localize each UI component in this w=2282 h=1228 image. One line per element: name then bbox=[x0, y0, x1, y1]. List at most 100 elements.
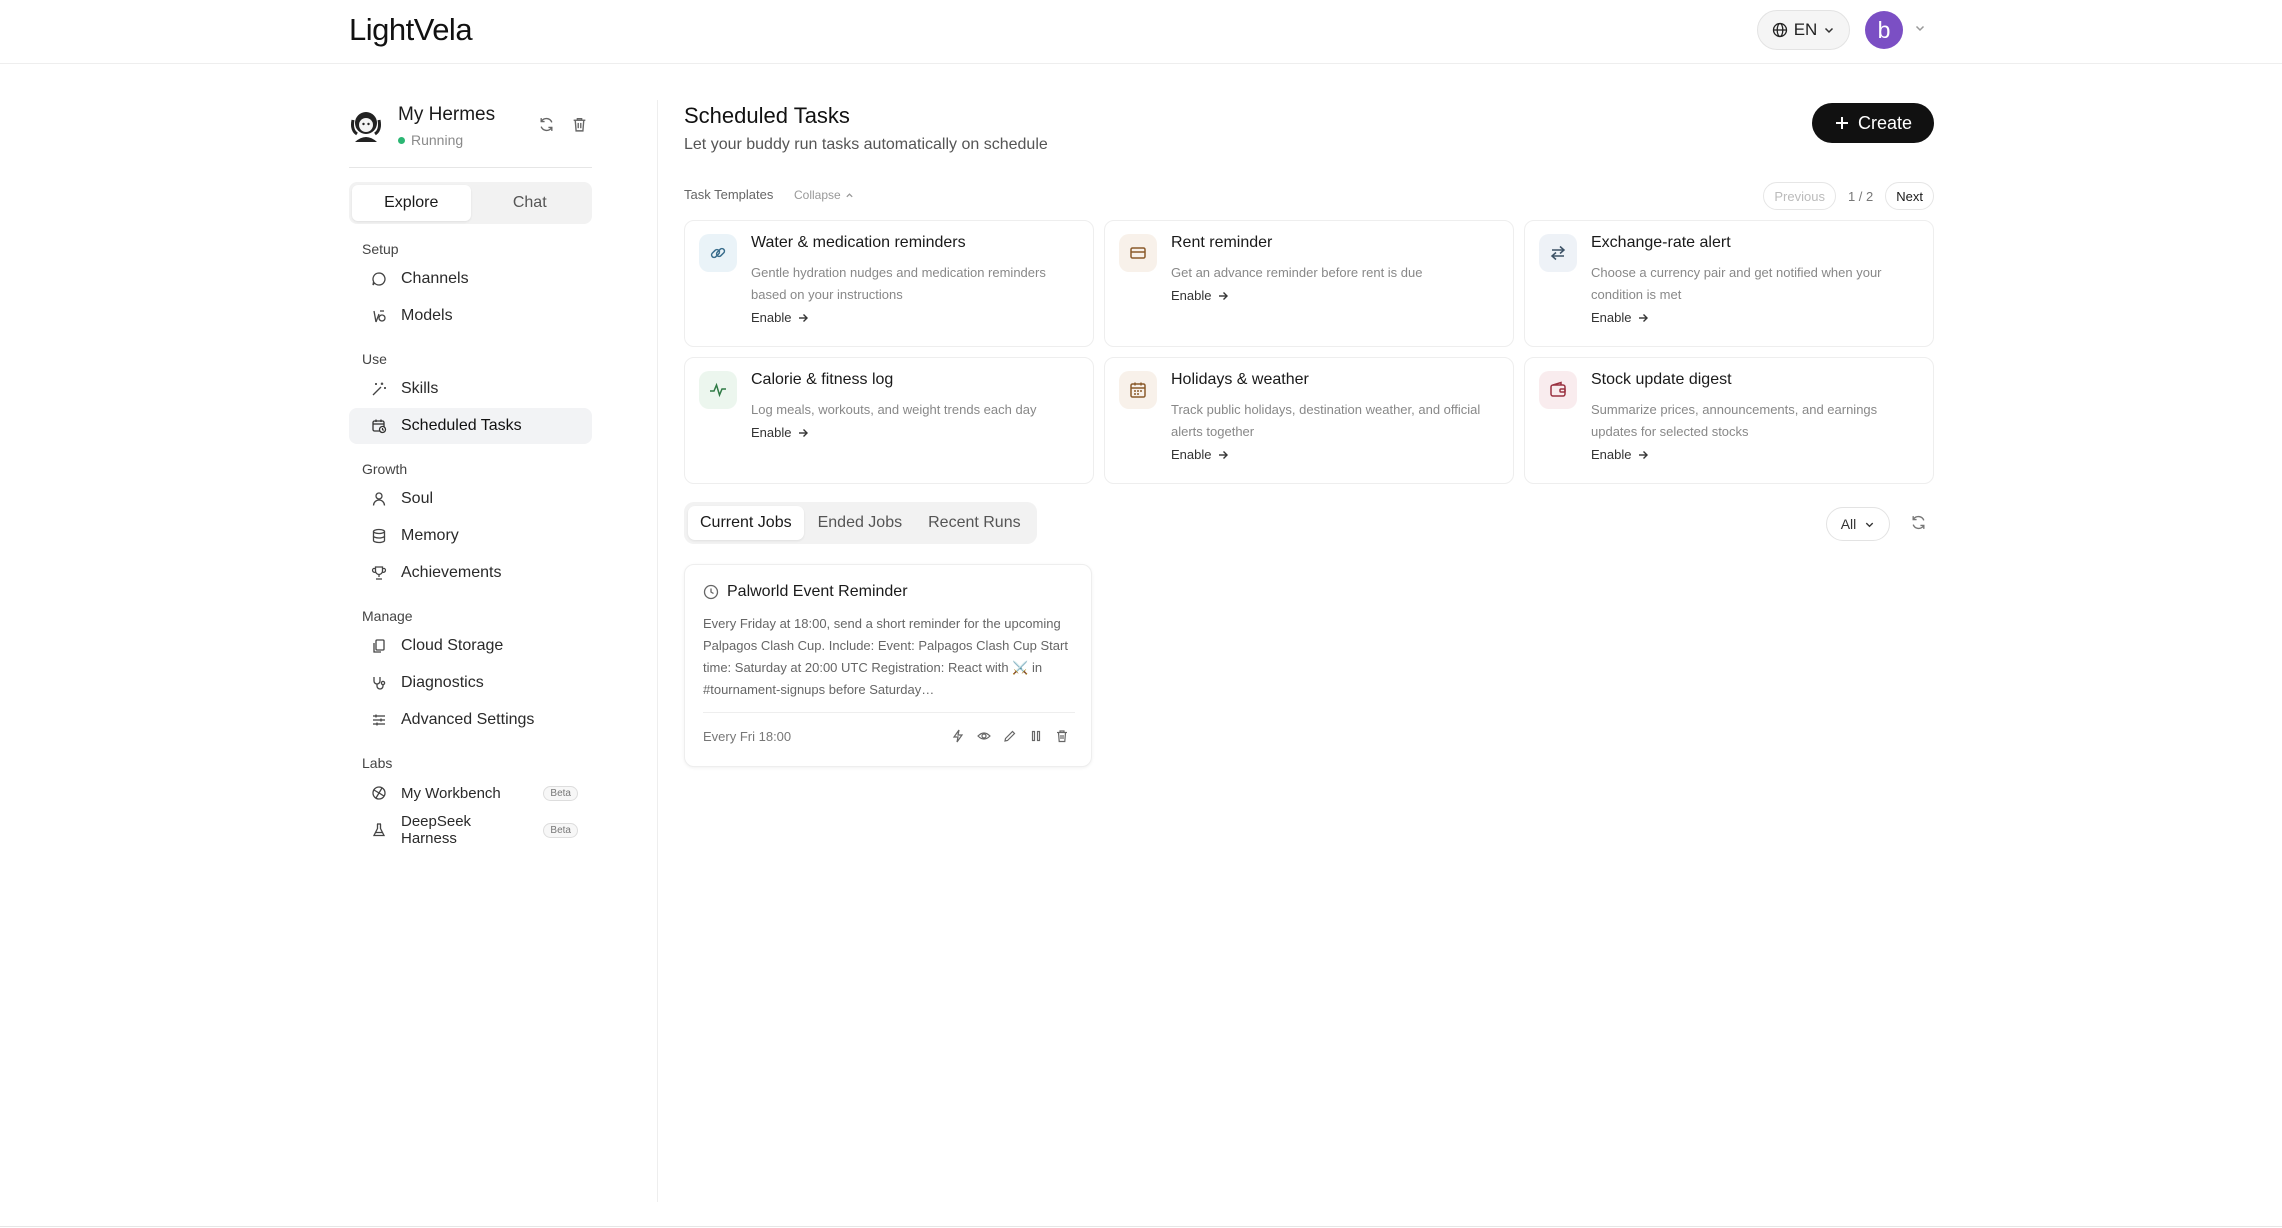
tab-chat[interactable]: Chat bbox=[471, 185, 590, 221]
create-button[interactable]: Create bbox=[1812, 103, 1934, 143]
tab-recent-runs[interactable]: Recent Runs bbox=[916, 506, 1033, 540]
sidebar-item-advanced-settings[interactable]: Advanced Settings bbox=[349, 702, 592, 738]
jobs-filter-select[interactable]: All bbox=[1826, 507, 1890, 541]
template-card-water-medication: Water & medication reminders Gentle hydr… bbox=[684, 220, 1094, 347]
flask-icon bbox=[372, 823, 386, 837]
enable-link[interactable]: Enable bbox=[1591, 307, 1921, 329]
sidebar-item-label: Soul bbox=[401, 490, 434, 507]
sidebar-item-soul[interactable]: Soul bbox=[349, 481, 592, 517]
nav-group-title: Setup bbox=[362, 241, 399, 257]
template-icon bbox=[1539, 234, 1577, 272]
enable-link[interactable]: Enable bbox=[751, 422, 1081, 444]
language-selector[interactable]: EN bbox=[1757, 10, 1850, 50]
sidebar-item-skills[interactable]: Skills bbox=[349, 371, 592, 407]
job-actions bbox=[951, 729, 1069, 743]
sliders-icon bbox=[373, 714, 385, 726]
sidebar-item-label: Advanced Settings bbox=[401, 711, 535, 728]
enable-link[interactable]: Enable bbox=[1591, 444, 1921, 466]
tab-current-jobs[interactable]: Current Jobs bbox=[688, 506, 804, 540]
enable-label: Enable bbox=[1591, 310, 1632, 325]
chevron-down-icon bbox=[1866, 522, 1874, 527]
activity-icon bbox=[710, 382, 726, 398]
template-card-stock-digest: Stock update digest Summarize prices, an… bbox=[1524, 357, 1934, 484]
nav-group-title: Growth bbox=[362, 461, 408, 477]
template-description-text: Log meals, workouts, and weight trends e… bbox=[751, 402, 1037, 417]
template-icon bbox=[1119, 234, 1157, 272]
arrow-right-icon bbox=[799, 429, 809, 437]
sidebar-item-models[interactable]: Models bbox=[349, 298, 592, 334]
template-icon bbox=[1539, 371, 1577, 409]
swap-icon bbox=[1550, 245, 1566, 261]
template-description-text: Track public holidays, destination weath… bbox=[1171, 402, 1481, 439]
sidebar-item-diagnostics[interactable]: Diagnostics bbox=[349, 665, 592, 701]
sidebar-mode-switch: Explore Chat bbox=[349, 182, 592, 224]
globe-icon bbox=[1772, 22, 1787, 38]
template-icon bbox=[699, 234, 737, 272]
template-card-calorie-fitness: Calorie & fitness log Log meals, workout… bbox=[684, 357, 1094, 484]
agent-profile: My Hermes Running bbox=[349, 100, 592, 168]
nav-group-title: Labs bbox=[362, 755, 393, 771]
trash-icon[interactable] bbox=[1055, 729, 1069, 743]
job-card[interactable]: Palworld Event Reminder Every Friday at … bbox=[684, 564, 1092, 767]
enable-label: Enable bbox=[1591, 447, 1632, 462]
page-title: Scheduled Tasks bbox=[684, 103, 850, 128]
wallet-icon bbox=[1550, 381, 1566, 397]
trophy-icon bbox=[371, 566, 387, 580]
plus-icon bbox=[1835, 117, 1848, 129]
sidebar-item-label: DeepSeek Harness bbox=[401, 813, 472, 847]
template-description-text: Choose a currency pair and get notified … bbox=[1591, 265, 1882, 302]
sidebar-item-channels[interactable]: Channels bbox=[349, 261, 592, 297]
arrow-right-icon bbox=[1639, 314, 1649, 322]
sidebar-item-label: Scheduled Tasks bbox=[401, 417, 522, 434]
beta-badge: Beta bbox=[543, 822, 578, 838]
template-title: Calorie & fitness log bbox=[751, 371, 894, 388]
chevron-up-icon bbox=[846, 192, 853, 197]
template-description-text: Gentle hydration nudges and medication r… bbox=[751, 265, 1046, 302]
templates-grid: Water & medication reminders Gentle hydr… bbox=[684, 220, 1934, 484]
template-icon bbox=[1119, 371, 1157, 409]
agent-status: Running bbox=[398, 132, 463, 148]
edit-icon[interactable] bbox=[1003, 729, 1017, 743]
sidebar-item-label: Channels bbox=[401, 270, 469, 287]
language-label: EN bbox=[1793, 20, 1818, 39]
page-indicator: 1 / 2 bbox=[1847, 188, 1874, 204]
collapse-label: Collapse bbox=[794, 188, 841, 202]
refresh-icon[interactable] bbox=[1910, 514, 1927, 531]
templates-label: Task Templates bbox=[684, 187, 774, 202]
job-divider bbox=[703, 712, 1075, 713]
sidebar-item-deepseek-harness[interactable]: DeepSeek Harness Beta bbox=[349, 812, 592, 848]
sidebar-item-scheduled-tasks[interactable]: Scheduled Tasks bbox=[349, 408, 592, 444]
pause-icon[interactable] bbox=[1029, 729, 1043, 743]
sidebar-item-label: Memory bbox=[401, 527, 459, 544]
sidebar-item-my-workbench[interactable]: My Workbench Beta bbox=[349, 775, 592, 811]
template-title: Water & medication reminders bbox=[751, 234, 966, 251]
next-button[interactable]: Next bbox=[1885, 182, 1934, 210]
trash-icon[interactable] bbox=[571, 116, 588, 133]
templates-pager: Previous 1 / 2 Next bbox=[1763, 182, 1934, 210]
tab-ended-jobs[interactable]: Ended Jobs bbox=[806, 506, 915, 540]
profile-actions bbox=[538, 116, 588, 133]
user-menu-chevron-icon[interactable] bbox=[1914, 22, 1926, 34]
collapse-toggle[interactable]: Collapse bbox=[794, 188, 854, 202]
refresh-icon[interactable] bbox=[538, 116, 555, 133]
sidebar-item-cloud-storage[interactable]: Cloud Storage bbox=[349, 628, 592, 664]
user-avatar[interactable]: b bbox=[1865, 11, 1903, 49]
sidebar-item-achievements[interactable]: Achievements bbox=[349, 555, 592, 591]
tab-explore[interactable]: Explore bbox=[352, 185, 471, 221]
sidebar-item-memory[interactable]: Memory bbox=[349, 518, 592, 554]
view-icon[interactable] bbox=[977, 729, 991, 743]
sidebar-divider bbox=[657, 100, 658, 1202]
previous-button[interactable]: Previous bbox=[1763, 182, 1836, 210]
enable-link[interactable]: Enable bbox=[1171, 444, 1501, 466]
sidebar-item-label: Skills bbox=[401, 380, 439, 397]
run-now-icon[interactable] bbox=[951, 729, 965, 743]
sidebar-item-label: Achievements bbox=[401, 564, 502, 581]
template-title: Stock update digest bbox=[1591, 371, 1732, 388]
enable-link[interactable]: Enable bbox=[1171, 285, 1501, 307]
enable-link[interactable]: Enable bbox=[751, 307, 1081, 329]
enable-label: Enable bbox=[751, 310, 792, 325]
enable-label: Enable bbox=[751, 425, 792, 440]
template-card-holidays-weather: Holidays & weather Track public holidays… bbox=[1104, 357, 1514, 484]
app-logo[interactable]: LightVela bbox=[349, 12, 473, 48]
footer-divider bbox=[0, 1226, 2282, 1227]
